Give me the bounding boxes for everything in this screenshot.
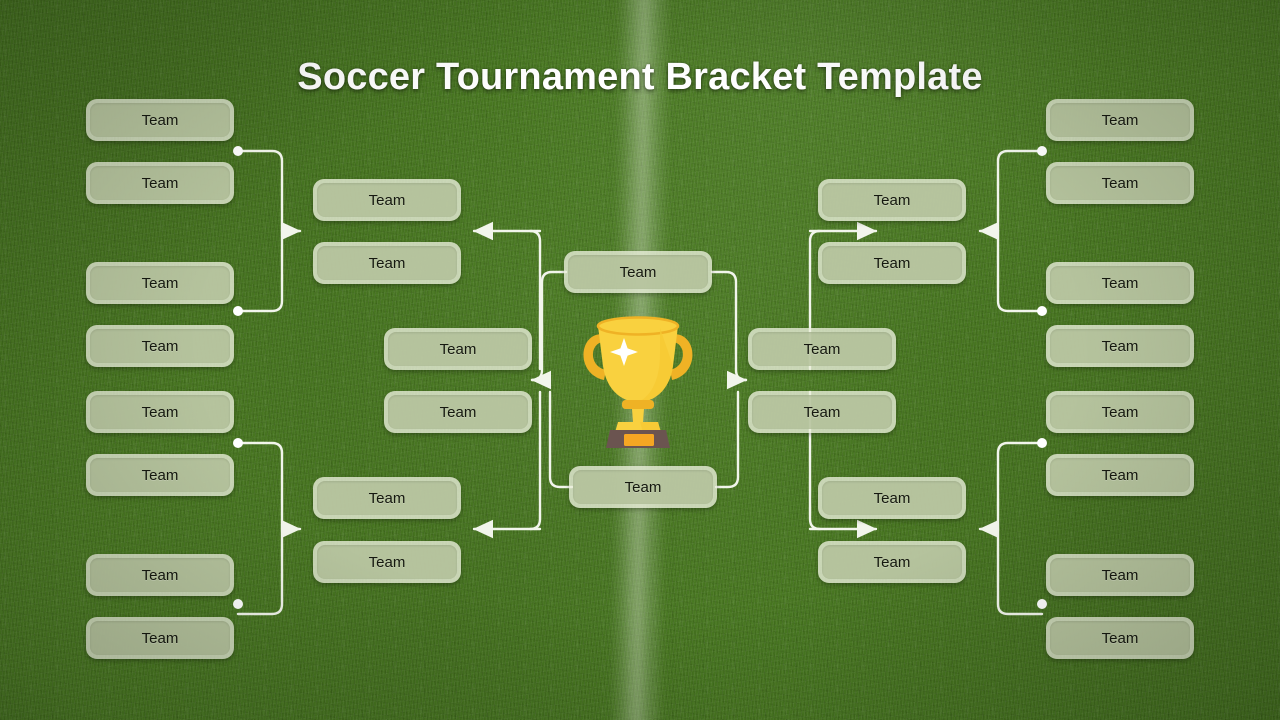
team-box[interactable]: Team bbox=[313, 242, 461, 284]
team-box[interactable]: Team bbox=[748, 328, 896, 370]
team-box[interactable]: Team bbox=[818, 477, 966, 519]
team-label: Team bbox=[439, 340, 477, 358]
team-label: Team bbox=[624, 478, 662, 496]
team-box[interactable]: Team bbox=[1046, 554, 1194, 596]
team-label: Team bbox=[1101, 274, 1139, 292]
team-box[interactable]: Team bbox=[86, 325, 234, 367]
team-box-inner: Team bbox=[90, 558, 230, 592]
team-box[interactable]: Team bbox=[564, 251, 712, 293]
team-box[interactable]: Team bbox=[86, 617, 234, 659]
team-box[interactable]: Team bbox=[1046, 162, 1194, 204]
team-box[interactable]: Team bbox=[86, 99, 234, 141]
team-box-inner: Team bbox=[90, 329, 230, 363]
team-box-inner: Team bbox=[568, 255, 708, 289]
team-label: Team bbox=[368, 191, 406, 209]
team-box-inner: Team bbox=[388, 395, 528, 429]
team-box-inner: Team bbox=[317, 183, 457, 217]
team-box-inner: Team bbox=[90, 103, 230, 137]
team-label: Team bbox=[141, 274, 179, 292]
team-box[interactable]: Team bbox=[313, 179, 461, 221]
team-box[interactable]: Team bbox=[86, 554, 234, 596]
team-label: Team bbox=[368, 553, 406, 571]
team-box[interactable]: Team bbox=[569, 466, 717, 508]
team-label: Team bbox=[873, 191, 911, 209]
team-box[interactable]: Team bbox=[384, 391, 532, 433]
team-label: Team bbox=[873, 553, 911, 571]
team-box-inner: Team bbox=[1050, 558, 1190, 592]
team-label: Team bbox=[1101, 174, 1139, 192]
team-box-inner: Team bbox=[1050, 621, 1190, 655]
team-label: Team bbox=[1101, 111, 1139, 129]
team-box[interactable]: Team bbox=[384, 328, 532, 370]
team-box[interactable]: Team bbox=[818, 179, 966, 221]
team-label: Team bbox=[803, 403, 841, 421]
team-label: Team bbox=[439, 403, 477, 421]
team-box-inner: Team bbox=[822, 183, 962, 217]
team-box-inner: Team bbox=[90, 266, 230, 300]
team-label: Team bbox=[141, 466, 179, 484]
team-box-inner: Team bbox=[90, 166, 230, 200]
team-box-inner: Team bbox=[90, 458, 230, 492]
team-box[interactable]: Team bbox=[86, 454, 234, 496]
team-label: Team bbox=[1101, 337, 1139, 355]
team-box-inner: Team bbox=[1050, 266, 1190, 300]
team-label: Team bbox=[141, 403, 179, 421]
team-box-inner: Team bbox=[822, 545, 962, 579]
team-label: Team bbox=[141, 566, 179, 584]
team-box[interactable]: Team bbox=[86, 391, 234, 433]
team-label: Team bbox=[1101, 566, 1139, 584]
bracket-canvas: Soccer Tournament Bracket Template Team … bbox=[0, 0, 1280, 720]
team-box[interactable]: Team bbox=[818, 242, 966, 284]
team-box-inner: Team bbox=[317, 545, 457, 579]
team-box-inner: Team bbox=[822, 481, 962, 515]
team-label: Team bbox=[141, 337, 179, 355]
team-label: Team bbox=[873, 489, 911, 507]
team-box[interactable]: Team bbox=[313, 541, 461, 583]
team-box-inner: Team bbox=[90, 395, 230, 429]
team-box-inner: Team bbox=[388, 332, 528, 366]
team-box[interactable]: Team bbox=[313, 477, 461, 519]
team-box[interactable]: Team bbox=[1046, 325, 1194, 367]
team-box-inner: Team bbox=[752, 395, 892, 429]
team-label: Team bbox=[1101, 629, 1139, 647]
team-label: Team bbox=[141, 174, 179, 192]
team-box[interactable]: Team bbox=[748, 391, 896, 433]
team-box-inner: Team bbox=[317, 246, 457, 280]
team-box[interactable]: Team bbox=[1046, 454, 1194, 496]
team-box[interactable]: Team bbox=[818, 541, 966, 583]
team-box[interactable]: Team bbox=[86, 262, 234, 304]
team-box-inner: Team bbox=[752, 332, 892, 366]
team-label: Team bbox=[368, 489, 406, 507]
team-label: Team bbox=[141, 629, 179, 647]
team-label: Team bbox=[1101, 403, 1139, 421]
champion-trophy bbox=[572, 300, 704, 448]
team-label: Team bbox=[1101, 466, 1139, 484]
team-box-inner: Team bbox=[317, 481, 457, 515]
team-box-inner: Team bbox=[90, 621, 230, 655]
team-box[interactable]: Team bbox=[1046, 617, 1194, 659]
team-label: Team bbox=[873, 254, 911, 272]
team-label: Team bbox=[141, 111, 179, 129]
team-label: Team bbox=[619, 263, 657, 281]
team-box[interactable]: Team bbox=[86, 162, 234, 204]
team-box[interactable]: Team bbox=[1046, 262, 1194, 304]
team-box-inner: Team bbox=[1050, 458, 1190, 492]
team-box-inner: Team bbox=[1050, 395, 1190, 429]
team-box-inner: Team bbox=[1050, 166, 1190, 200]
team-box-inner: Team bbox=[1050, 103, 1190, 137]
team-box-inner: Team bbox=[573, 470, 713, 504]
team-label: Team bbox=[368, 254, 406, 272]
team-box[interactable]: Team bbox=[1046, 99, 1194, 141]
team-label: Team bbox=[803, 340, 841, 358]
team-box-inner: Team bbox=[1050, 329, 1190, 363]
team-box[interactable]: Team bbox=[1046, 391, 1194, 433]
team-box-inner: Team bbox=[822, 246, 962, 280]
